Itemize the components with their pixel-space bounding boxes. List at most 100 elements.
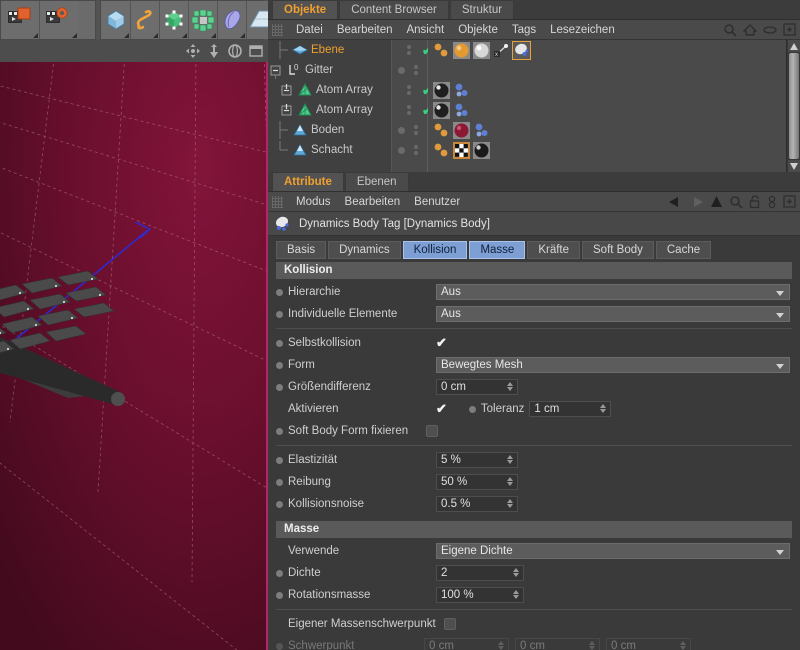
viewport-3d[interactable] bbox=[0, 62, 266, 650]
stepper-icon[interactable] bbox=[600, 404, 607, 413]
nurbs-icon[interactable] bbox=[160, 1, 189, 39]
verwende-dropdown[interactable]: Eigene Dichte bbox=[436, 543, 790, 559]
tab-kraefte[interactable]: Kräfte bbox=[527, 240, 580, 259]
field-hierarchie[interactable]: Hierarchie Aus bbox=[268, 281, 800, 303]
field-rotationsmasse[interactable]: Rotationsmasse 100 % bbox=[268, 584, 800, 606]
render-view-icon[interactable] bbox=[2, 1, 40, 39]
material-small-icon[interactable] bbox=[433, 42, 450, 59]
scroll-down-arrow-icon[interactable] bbox=[787, 160, 800, 172]
visibility-cell[interactable]: ✔ bbox=[392, 100, 433, 120]
animate-bullet-icon[interactable] bbox=[276, 339, 283, 347]
menu-bearbeiten[interactable]: Bearbeiten bbox=[330, 20, 400, 40]
eye-icon[interactable] bbox=[763, 25, 777, 35]
visibility-cell[interactable] bbox=[392, 60, 427, 80]
animate-bullet-icon[interactable] bbox=[276, 427, 283, 435]
material-small-icon[interactable] bbox=[433, 122, 450, 139]
stepper-icon[interactable] bbox=[513, 568, 519, 577]
reibung-input[interactable]: 50 % bbox=[436, 474, 518, 490]
visibility-cell[interactable] bbox=[392, 120, 427, 140]
expander-plus-icon[interactable] bbox=[281, 81, 294, 99]
maximize-view-icon[interactable] bbox=[248, 43, 264, 59]
menu-ansicht[interactable]: Ansicht bbox=[399, 20, 451, 40]
animate-bullet-icon[interactable] bbox=[276, 478, 283, 486]
stepper-icon[interactable] bbox=[513, 590, 519, 599]
toleranz-input[interactable]: 1 cm bbox=[529, 401, 612, 417]
tab-content-browser[interactable]: Content Browser bbox=[339, 0, 449, 19]
elastizitaet-input[interactable]: 5 % bbox=[436, 452, 518, 468]
dark-sphere-material-icon[interactable] bbox=[473, 141, 490, 159]
scrollbar-thumb[interactable] bbox=[788, 53, 799, 159]
tab-soft-body[interactable]: Soft Body bbox=[582, 240, 654, 259]
up-arrow-icon[interactable] bbox=[710, 195, 723, 208]
editor-render-dots-icon[interactable] bbox=[407, 105, 411, 115]
stepper-icon[interactable] bbox=[507, 455, 513, 464]
editor-render-dots-icon[interactable] bbox=[414, 65, 418, 75]
stepper-icon[interactable] bbox=[507, 382, 513, 391]
spline-icon[interactable] bbox=[131, 1, 160, 39]
editor-render-dots-icon[interactable] bbox=[407, 45, 411, 55]
visibility-dot-icon[interactable] bbox=[398, 66, 405, 74]
object-row-ebene[interactable]: Ebene bbox=[268, 40, 391, 60]
dolly-icon[interactable] bbox=[206, 43, 222, 59]
panel-grip-icon[interactable] bbox=[272, 195, 283, 208]
tab-dynamics[interactable]: Dynamics bbox=[328, 240, 401, 259]
selbstkollision-checkbox[interactable]: ✔ bbox=[436, 336, 447, 349]
texture-axis-icon[interactable]: x bbox=[493, 42, 510, 59]
animate-bullet-icon[interactable] bbox=[276, 383, 283, 391]
visibility-cell[interactable]: ✔ bbox=[392, 40, 433, 60]
stepper-icon[interactable] bbox=[507, 477, 513, 486]
groessendifferenz-input[interactable]: 0 cm bbox=[436, 379, 518, 395]
animate-bullet-icon[interactable] bbox=[276, 361, 283, 369]
object-row-atom-array-2[interactable]: Atom Array bbox=[268, 100, 391, 120]
field-soft-body-form-fixieren[interactable]: Soft Body Form fixieren bbox=[268, 420, 800, 442]
tab-cache[interactable]: Cache bbox=[655, 240, 712, 259]
animate-bullet-icon[interactable] bbox=[276, 500, 283, 508]
tab-basis[interactable]: Basis bbox=[276, 240, 327, 259]
rotationsmasse-input[interactable]: 100 % bbox=[436, 587, 524, 603]
kollisionsnoise-input[interactable]: 0.5 % bbox=[436, 496, 518, 512]
field-dichte[interactable]: Dichte 2 bbox=[268, 562, 800, 584]
array-icon[interactable] bbox=[189, 1, 218, 39]
field-reibung[interactable]: Reibung 50 % bbox=[268, 471, 800, 493]
checker-material-icon[interactable] bbox=[453, 141, 470, 159]
tab-objekte[interactable]: Objekte bbox=[272, 0, 339, 19]
menu-lesezeichen[interactable]: Lesezeichen bbox=[543, 20, 622, 40]
menu-tags[interactable]: Tags bbox=[505, 20, 543, 40]
aktivieren-checkbox[interactable]: ✔ bbox=[436, 402, 447, 415]
link-icon[interactable] bbox=[767, 195, 777, 209]
animate-bullet-icon[interactable] bbox=[276, 310, 283, 318]
deformer-icon[interactable] bbox=[218, 1, 247, 39]
menu-objekte[interactable]: Objekte bbox=[451, 20, 505, 40]
animate-bullet-icon[interactable] bbox=[276, 456, 283, 464]
field-aktivieren[interactable]: Aktivieren ✔ Toleranz 1 cm bbox=[268, 398, 800, 420]
animate-bullet-icon[interactable] bbox=[468, 405, 476, 413]
visibility-cell[interactable]: ✔ bbox=[392, 80, 433, 100]
expander-plus-icon[interactable] bbox=[281, 101, 294, 119]
pan-icon[interactable] bbox=[185, 43, 201, 59]
individuelle-elemente-dropdown[interactable]: Aus bbox=[436, 306, 790, 322]
menu-datei[interactable]: Datei bbox=[289, 20, 330, 40]
visibility-dot-icon[interactable] bbox=[398, 146, 405, 154]
form-dropdown[interactable]: Bewegtes Mesh bbox=[436, 357, 790, 373]
dark-sphere-material-icon[interactable] bbox=[433, 101, 450, 119]
dynamics-body-tag-icon[interactable] bbox=[473, 122, 490, 139]
field-form[interactable]: Form Bewegtes Mesh bbox=[268, 354, 800, 376]
field-individuelle-elemente[interactable]: Individuelle Elemente Aus bbox=[268, 303, 800, 325]
expander-minus-icon[interactable] bbox=[270, 61, 283, 79]
visibility-dot-icon[interactable] bbox=[398, 126, 405, 134]
field-selbstkollision[interactable]: Selbstkollision ✔ bbox=[268, 332, 800, 354]
object-row-schacht[interactable]: Schacht bbox=[268, 140, 391, 160]
editor-render-dots-icon[interactable] bbox=[414, 145, 418, 155]
search-icon[interactable] bbox=[723, 23, 737, 37]
editor-render-dots-icon[interactable] bbox=[414, 125, 418, 135]
object-row-atom-array-1[interactable]: Atom Array bbox=[268, 80, 391, 100]
eigener-massenschwerpunkt-checkbox[interactable] bbox=[443, 618, 456, 630]
dynamics-body-tag-icon[interactable] bbox=[453, 82, 470, 99]
hierarchie-dropdown[interactable]: Aus bbox=[436, 284, 790, 300]
tab-kollision[interactable]: Kollision bbox=[402, 240, 468, 259]
object-row-boden[interactable]: Boden bbox=[268, 120, 391, 140]
field-verwende[interactable]: Verwende Eigene Dichte bbox=[268, 540, 800, 562]
editor-render-dots-icon[interactable] bbox=[407, 85, 411, 95]
material-small-icon[interactable] bbox=[433, 142, 450, 159]
dark-sphere-material-icon[interactable] bbox=[433, 81, 450, 99]
